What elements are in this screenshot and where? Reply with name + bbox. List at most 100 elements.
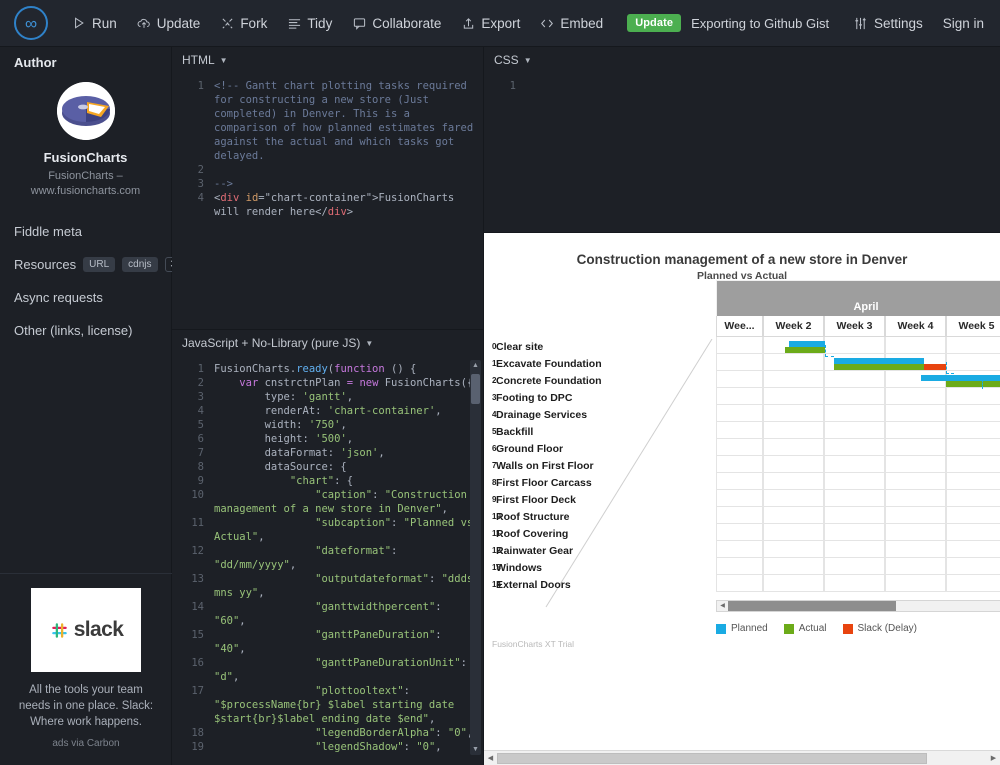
result-scroll-left-arrow-icon[interactable]: ◀ — [484, 754, 497, 762]
code-line: 17 "plottooltext": "$processName{br} $la… — [172, 684, 483, 726]
gantt-task-row[interactable]: 1 Excavate Foundation — [492, 355, 717, 372]
cloud-up-icon — [137, 16, 151, 30]
gantt-task-label: Rainwater Gear — [496, 544, 574, 557]
gantt-grid-cell — [946, 524, 1000, 541]
line-number: 3 — [197, 178, 204, 190]
gantt-horizontal-scrollbar[interactable]: ◀ — [716, 600, 1000, 612]
author-heading: Author — [14, 55, 57, 70]
gantt-task-row[interactable]: 13 Windows — [492, 559, 717, 576]
code-line: 13 "outputdateformat": "ddds mns yy", — [172, 572, 483, 600]
gantt-grid-cell — [763, 507, 824, 524]
gantt-task-row[interactable]: 11 Roof Covering — [492, 525, 717, 542]
js-vertical-scrollbar[interactable]: ▲ ▼ — [470, 360, 481, 755]
gantt-task-row[interactable]: 14 External Doors — [492, 576, 717, 593]
gantt-grid: April Wee... Week 2 Week 3 Week 4 Week 5 — [716, 280, 1000, 592]
gantt-grid-cell — [946, 354, 1000, 371]
settings-button[interactable]: Settings — [844, 0, 933, 47]
gantt-scroll-thumb[interactable] — [728, 601, 896, 611]
gantt-task-label: Drainage Services — [496, 408, 588, 421]
gantt-task-row[interactable]: 3 Footing to DPC — [492, 389, 717, 406]
gantt-grid-cell — [824, 473, 885, 490]
gantt-grid-cell — [885, 541, 946, 558]
sidebar-item-async-requests[interactable]: Async requests — [0, 281, 171, 314]
tidy-button[interactable]: Tidy — [277, 0, 342, 47]
gantt-scroll-left-arrow-icon[interactable]: ◀ — [717, 601, 728, 611]
css-code-area[interactable]: 1 — [484, 73, 1000, 93]
legend-item[interactable]: Planned — [716, 623, 768, 634]
result-scroll-thumb[interactable] — [497, 752, 927, 764]
gantt-task-label: Roof Structure — [496, 510, 570, 523]
gantt-task-row[interactable]: 5 Backfill — [492, 423, 717, 440]
sign-in-button[interactable]: Sign in — [933, 0, 994, 47]
gantt-task-row[interactable]: 9 First Floor Deck — [492, 491, 717, 508]
sidebar-item-fiddle-meta[interactable]: Fiddle meta — [0, 215, 171, 248]
result-scroll-right-arrow-icon[interactable]: ▶ — [987, 754, 1000, 762]
gantt-grid-cell — [716, 575, 763, 592]
gantt-task-row[interactable]: 0 Clear site — [492, 338, 717, 355]
code-line: 11 "subcaption": "Planned vs Actual", — [172, 516, 483, 544]
bar-actual-concrete-foundation[interactable] — [946, 381, 1000, 387]
gantt-grid-cell — [824, 388, 885, 405]
jsfiddle-logo-icon: ∞ — [14, 6, 48, 40]
code-line: 1 <!-- Gantt chart plotting tasks require… — [172, 79, 483, 163]
gantt-grid-cell — [763, 388, 824, 405]
legend-item[interactable]: Slack (Delay) — [842, 623, 917, 634]
line-number: 4 — [197, 192, 204, 204]
resources-label: Resources — [14, 257, 77, 272]
resources-cdnjs-chip[interactable]: cdnjs — [122, 257, 158, 272]
gantt-task-row[interactable]: 12 Rainwater Gear — [492, 542, 717, 559]
gantt-task-row[interactable]: 8 First Floor Carcass — [492, 474, 717, 491]
export-button[interactable]: Export — [451, 0, 530, 47]
run-button[interactable]: Run — [62, 0, 127, 47]
sidebar-ad[interactable]: slack All the tools your team needs in o… — [0, 561, 172, 765]
gantt-task-row[interactable]: 4 Drainage Services — [492, 406, 717, 423]
sidebar-item-resources[interactable]: Resources URL cdnjs 3 — [0, 248, 183, 281]
gantt-task-row[interactable]: 7 Walls on First Floor — [492, 457, 717, 474]
author-name: FusionCharts — [43, 150, 128, 165]
html-code-area[interactable]: 1 <!-- Gantt chart plotting tasks require… — [172, 73, 483, 219]
js-code-area[interactable]: 1 FusionCharts.ready(function () {2 var c… — [172, 356, 483, 754]
code-brackets-icon — [540, 16, 554, 30]
line-text: <div id="chart-container">FusionCharts w… — [214, 192, 461, 218]
avatar-wrapper[interactable] — [0, 82, 171, 140]
code-line: 1 — [484, 79, 1000, 93]
gantt-task-row[interactable]: 10 Roof Structure — [492, 508, 717, 525]
collaborate-button[interactable]: Collaborate — [342, 0, 451, 47]
js-pane-header[interactable]: JavaScript + No-Library (pure JS) ▼ — [172, 330, 483, 356]
gantt-grid-cell — [763, 422, 824, 439]
html-pane-header[interactable]: HTML ▼ — [172, 47, 483, 73]
fork-button[interactable]: Fork — [210, 0, 277, 47]
legend-item[interactable]: Actual — [783, 623, 827, 634]
ad-attribution[interactable]: ads via Carbon — [16, 738, 156, 749]
bar-actual-excavate-foundation[interactable] — [834, 364, 924, 370]
gist-update-button[interactable]: Update — [627, 14, 682, 32]
line-number: 9 — [197, 475, 204, 487]
result-horizontal-scrollbar[interactable]: ◀ ▶ — [484, 750, 1000, 765]
jsfiddle-logo[interactable]: ∞ — [0, 6, 62, 40]
css-pane-header[interactable]: CSS ▼ — [484, 47, 1000, 73]
js-scroll-thumb[interactable] — [471, 374, 480, 404]
sidebar-item-other[interactable]: Other (links, license) — [0, 314, 171, 347]
line-text: "ganttwidthpercent": "60", — [214, 601, 448, 627]
gantt-task-row[interactable]: 6 Ground Floor — [492, 440, 717, 457]
gantt-task-label: Windows — [496, 561, 542, 574]
update-button[interactable]: Update — [127, 0, 211, 47]
scroll-up-arrow-icon[interactable]: ▲ — [470, 360, 481, 371]
ad-brand-label: slack — [73, 618, 124, 641]
run-label: Run — [92, 15, 117, 31]
gantt-grid-cell — [716, 456, 763, 473]
embed-button[interactable]: Embed — [530, 0, 613, 47]
scroll-down-arrow-icon[interactable]: ▼ — [470, 744, 481, 755]
legend-label: Slack (Delay) — [857, 623, 917, 634]
bar-actual-clear-site[interactable] — [785, 347, 825, 353]
gantt-grid-cell — [763, 354, 824, 371]
code-line: 9 "chart": { — [172, 474, 483, 488]
resources-url-chip[interactable]: URL — [83, 257, 116, 272]
bar-slack-excavate-foundation[interactable] — [924, 364, 946, 370]
code-line: 15 "ganttPaneDuration": "40", — [172, 628, 483, 656]
collaborate-label: Collaborate — [372, 15, 442, 31]
gantt-grid-cell — [946, 456, 1000, 473]
gantt-grid-cell — [763, 371, 824, 388]
gantt-grid-cell — [885, 507, 946, 524]
gantt-task-row[interactable]: 2 Concrete Foundation — [492, 372, 717, 389]
